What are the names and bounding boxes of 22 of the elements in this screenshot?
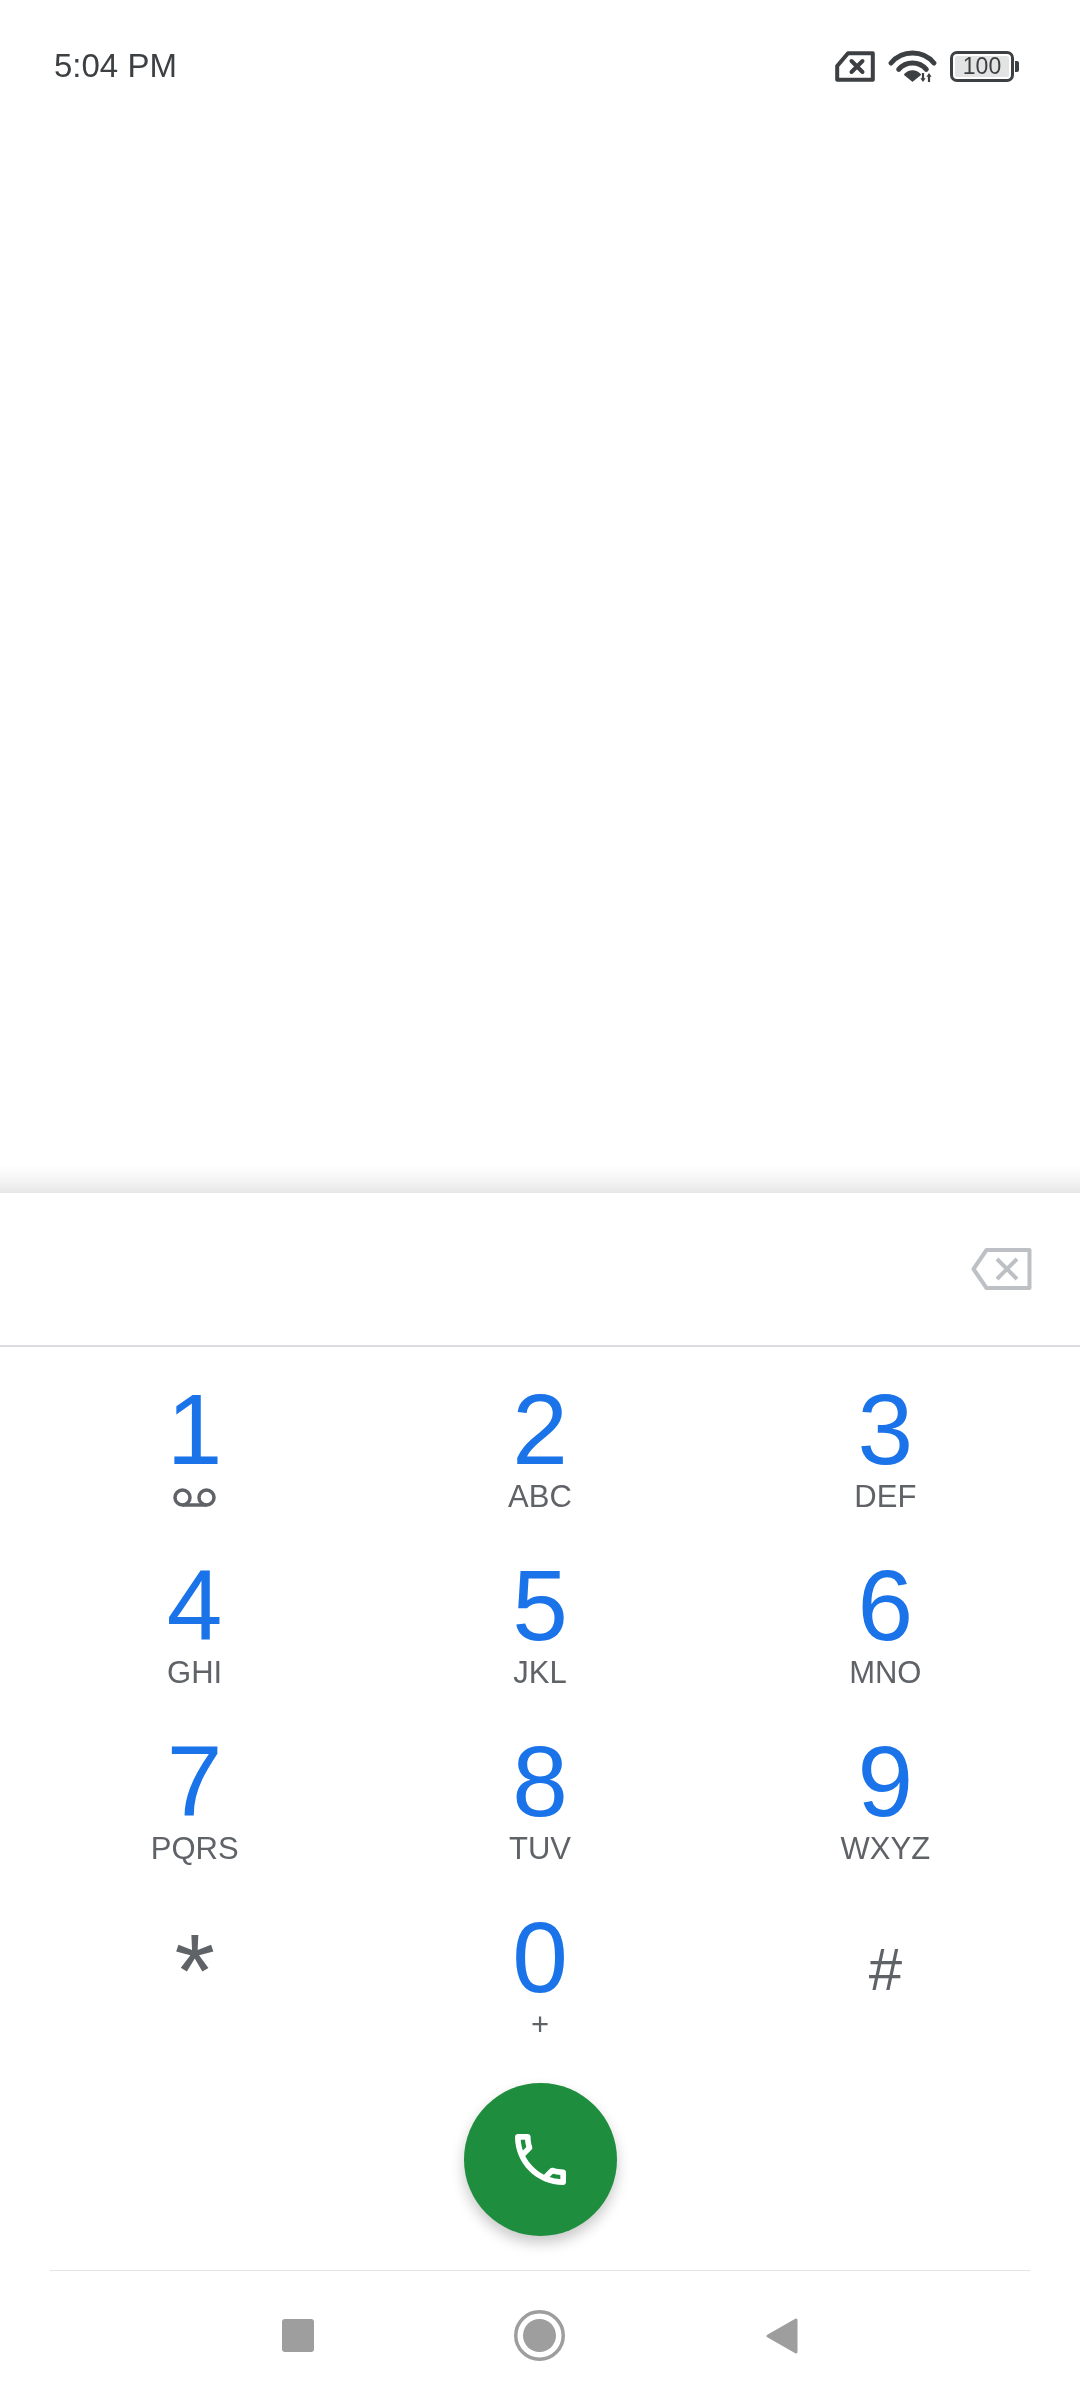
- home-icon[interactable]: [513, 2310, 565, 2361]
- dial-key[interactable]: 4 GHI: [22, 1535, 368, 1711]
- square-icon[interactable]: [281, 2319, 314, 2352]
- back-icon[interactable]: [764, 2316, 799, 2355]
- dial-key[interactable]: 6 MNO: [712, 1535, 1058, 1711]
- dial-key[interactable]: 3 DEF: [712, 1359, 1058, 1535]
- dial-key[interactable]: 8 TUV: [367, 1711, 713, 1887]
- dial-key[interactable]: 2 ABC: [367, 1359, 713, 1535]
- status-time: 5:04 PM: [54, 46, 177, 86]
- dial-key[interactable]: 0 +: [367, 1887, 713, 2063]
- backspace-icon: [971, 1247, 1033, 1291]
- dial-key[interactable]: 9 WXYZ: [712, 1711, 1058, 1887]
- wifi-icon: [888, 49, 937, 83]
- dial-key[interactable]: #: [712, 1887, 1058, 2063]
- dial-key[interactable]: 1: [22, 1359, 368, 1535]
- no-sim-icon: [835, 50, 875, 82]
- dial-key[interactable]: *: [22, 1887, 368, 2063]
- phone-icon: [514, 2134, 566, 2185]
- battery-indicator: 100: [950, 50, 1019, 82]
- voicemail-icon: [173, 1488, 217, 1507]
- dial-key[interactable]: 5 JKL: [367, 1535, 713, 1711]
- dial-key[interactable]: 7 PQRS: [22, 1711, 368, 1887]
